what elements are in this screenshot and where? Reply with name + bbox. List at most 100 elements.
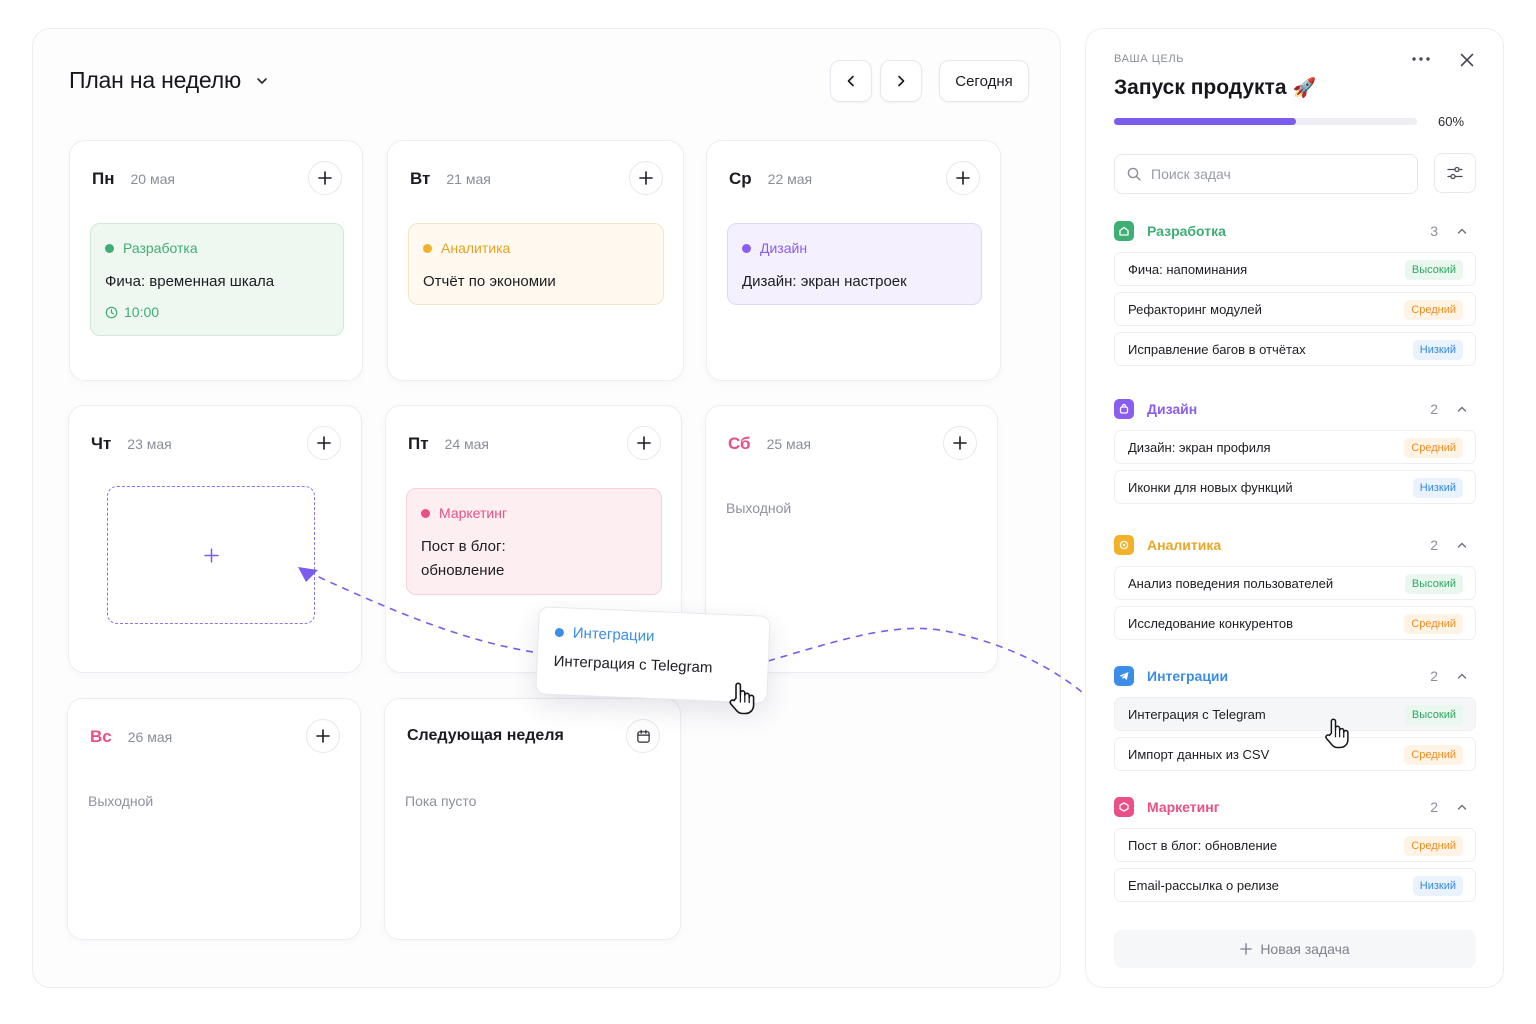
task-row[interactable]: Рефакторинг модулей Средний bbox=[1114, 292, 1476, 326]
calendar-icon bbox=[636, 729, 650, 743]
add-task-button[interactable] bbox=[946, 161, 980, 195]
task-card[interactable]: Аналитика Отчёт по экономии bbox=[408, 223, 664, 305]
task-row-title: Рефакторинг модулей bbox=[1128, 301, 1262, 317]
priority-badge: Средний bbox=[1404, 614, 1463, 634]
day-date: 22 мая bbox=[767, 171, 813, 187]
task-title: Дизайн: экран настроек bbox=[742, 273, 907, 290]
task-row[interactable]: Иконки для новых функций Низкий bbox=[1114, 470, 1476, 504]
search-icon bbox=[1127, 167, 1141, 181]
filter-sliders-icon bbox=[1447, 166, 1463, 180]
day-name: Ср bbox=[729, 169, 752, 188]
close-icon bbox=[1460, 53, 1474, 67]
chevron-up-icon[interactable] bbox=[1456, 670, 1468, 682]
category-dot-icon bbox=[554, 627, 565, 638]
category-dot-icon bbox=[105, 243, 114, 253]
close-button[interactable] bbox=[1454, 49, 1480, 71]
priority-badge: Средний bbox=[1404, 745, 1463, 765]
group-header[interactable]: Разработка 3 bbox=[1114, 216, 1476, 246]
day-date: 20 мая bbox=[130, 171, 175, 187]
task-row-title: Исследование конкурентов bbox=[1128, 615, 1293, 631]
previous-week-button[interactable] bbox=[830, 60, 872, 102]
group-count: 2 bbox=[1430, 401, 1438, 417]
category-dot-icon bbox=[423, 243, 432, 253]
day-off-label: Выходной bbox=[88, 793, 154, 809]
chevron-up-icon[interactable] bbox=[1456, 539, 1468, 551]
task-category-label: Интеграции bbox=[572, 624, 655, 646]
day-card-sunday: Вс 26 мая Выходной bbox=[67, 698, 361, 940]
task-row[interactable]: Исследование конкурентов Средний bbox=[1114, 606, 1476, 640]
task-row[interactable]: Импорт данных из CSV Средний bbox=[1114, 737, 1476, 771]
task-row-title: Интеграция с Telegram bbox=[1128, 706, 1266, 722]
add-task-button[interactable] bbox=[308, 161, 342, 195]
task-card[interactable]: Разработка Фича: временная шкала 10:00 bbox=[90, 223, 344, 336]
chevron-up-icon[interactable] bbox=[1456, 403, 1468, 415]
planner-title-dropdown[interactable]: План на неделю bbox=[69, 67, 269, 94]
group-name: Дизайн bbox=[1147, 401, 1198, 417]
task-category-label: Разработка bbox=[123, 240, 198, 256]
rocket-icon: 🚀 bbox=[1292, 78, 1317, 99]
group-header[interactable]: Дизайн 2 bbox=[1114, 394, 1476, 424]
task-row[interactable]: Фича: напоминания Высокий bbox=[1114, 252, 1476, 286]
chevron-up-icon[interactable] bbox=[1456, 801, 1468, 813]
task-card[interactable]: Маркетинг Пост в блог: обновление bbox=[406, 488, 662, 595]
more-options-button[interactable] bbox=[1408, 49, 1434, 69]
plus-icon bbox=[956, 171, 970, 185]
day-date: 24 мая bbox=[444, 436, 490, 452]
task-group-development: Разработка 3 Фича: напоминания Высокий Ре… bbox=[1114, 216, 1476, 366]
goal-progress-label: 60% bbox=[1438, 114, 1465, 129]
add-task-button[interactable] bbox=[627, 426, 661, 460]
task-row[interactable]: Дизайн: экран профиля Средний bbox=[1114, 430, 1476, 464]
task-category-label: Дизайн bbox=[760, 240, 808, 256]
chevron-up-icon[interactable] bbox=[1456, 225, 1468, 237]
analytics-icon bbox=[1114, 535, 1134, 555]
group-header[interactable]: Аналитика 2 bbox=[1114, 530, 1476, 560]
add-task-button[interactable] bbox=[943, 426, 977, 460]
day-header: Вс 26 мая bbox=[90, 727, 172, 747]
add-task-button[interactable] bbox=[306, 719, 340, 753]
plus-icon bbox=[639, 171, 653, 185]
task-search[interactable] bbox=[1114, 154, 1418, 194]
week-planner: План на неделю Сегодня Пн 20 мая Разрабо… bbox=[32, 28, 1061, 988]
group-count: 2 bbox=[1430, 537, 1438, 553]
add-task-button[interactable] bbox=[629, 161, 663, 195]
hand-cursor-icon bbox=[729, 682, 755, 715]
filter-button[interactable] bbox=[1434, 153, 1476, 193]
category-dot-icon bbox=[421, 508, 430, 518]
task-title: Фича: временная шкала bbox=[105, 273, 275, 290]
new-task-button[interactable]: Новая задача bbox=[1114, 930, 1476, 968]
day-header: Ср 22 мая bbox=[729, 169, 812, 189]
priority-badge: Средний bbox=[1404, 438, 1463, 458]
priority-badge: Средний bbox=[1404, 836, 1463, 856]
group-count: 2 bbox=[1430, 668, 1438, 684]
goal-sidebar: ВАША ЦЕЛЬ Запуск продукта 🚀 60% Разработ… bbox=[1085, 28, 1504, 988]
day-date: 21 мая bbox=[446, 171, 491, 187]
add-task-button[interactable] bbox=[307, 426, 341, 460]
goal-label: ВАША ЦЕЛЬ bbox=[1114, 53, 1185, 65]
today-button[interactable]: Сегодня bbox=[939, 60, 1029, 102]
day-header: Пт 24 мая bbox=[408, 434, 489, 454]
task-row-title: Пост в блог: обновление bbox=[1128, 837, 1278, 853]
task-row[interactable]: Email-рассылка о релизе Низкий bbox=[1114, 868, 1476, 902]
day-off-label: Выходной bbox=[726, 500, 792, 516]
task-row[interactable]: Пост в блог: обновление Средний bbox=[1114, 828, 1476, 862]
task-card[interactable]: Дизайн Дизайн: экран настроек bbox=[727, 223, 982, 305]
priority-badge: Высокий bbox=[1404, 260, 1463, 280]
telegram-icon bbox=[1114, 666, 1134, 686]
group-header[interactable]: Маркетинг 2 bbox=[1114, 792, 1476, 822]
day-date: 26 мая bbox=[127, 729, 173, 745]
task-row[interactable]: Исправление багов в отчётах Низкий bbox=[1114, 332, 1476, 366]
task-category: Разработка bbox=[105, 240, 329, 256]
task-row[interactable]: Анализ поведения пользователей Высокий bbox=[1114, 566, 1476, 600]
group-name: Разработка bbox=[1147, 223, 1226, 239]
plus-icon bbox=[318, 171, 332, 185]
priority-badge: Высокий bbox=[1404, 574, 1463, 594]
drop-zone[interactable] bbox=[107, 486, 315, 624]
group-header[interactable]: Интеграции 2 bbox=[1114, 661, 1476, 691]
hand-cursor-icon bbox=[1325, 718, 1349, 749]
task-time-label: 10:00 bbox=[124, 304, 160, 320]
chevron-down-icon bbox=[257, 77, 267, 84]
calendar-button[interactable] bbox=[626, 719, 660, 753]
next-week-button[interactable] bbox=[880, 60, 922, 102]
search-input[interactable] bbox=[1151, 166, 1391, 182]
task-row[interactable]: Интеграция с Telegram Высокий bbox=[1114, 697, 1476, 731]
